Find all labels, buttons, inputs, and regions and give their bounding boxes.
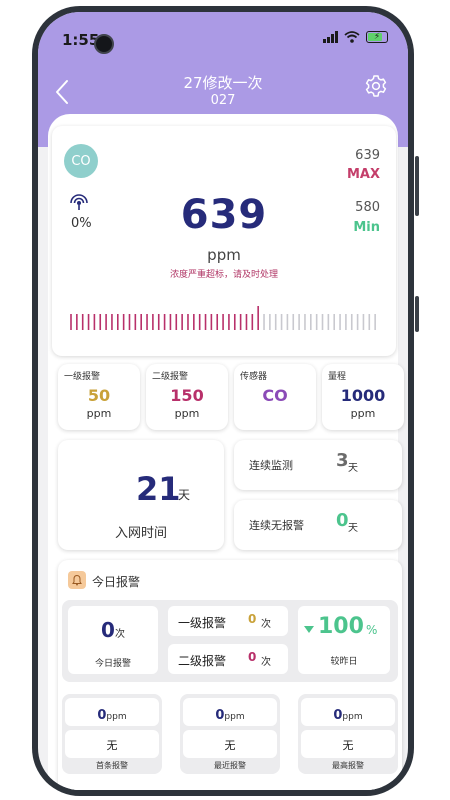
min-value: 580 xyxy=(355,200,380,215)
down-triangle-icon xyxy=(304,626,314,633)
record-text: 无 xyxy=(106,739,118,752)
continuous-no-alarm-card: 连续无报警 0 天 xyxy=(234,500,402,550)
front-camera xyxy=(94,34,114,54)
level2-unit: 次 xyxy=(261,657,271,668)
compare-label: 较昨日 xyxy=(330,657,358,667)
record-unit: ppm xyxy=(342,712,363,722)
highest-alarm-value-box: 0ppm xyxy=(301,698,395,726)
record-caption: 最近报警 xyxy=(214,761,246,770)
page-title: 27修改一次 xyxy=(183,74,263,92)
record-text: 无 xyxy=(224,739,236,752)
today-count-label: 今日报警 xyxy=(94,659,131,669)
monitoring-unit: 天 xyxy=(348,463,358,474)
compare-unit: % xyxy=(366,623,378,637)
max-label: MAX xyxy=(346,167,380,182)
threshold-label: 一级报警 xyxy=(64,372,101,382)
sensor-type-card: 传感器 CO xyxy=(234,364,316,430)
network-days-card: 21 天 入网时间 xyxy=(58,440,224,550)
no-alarm-label: 连续无报警 xyxy=(249,519,304,532)
range-value: 1000 xyxy=(340,386,386,405)
highest-alarm-text-box: 无 xyxy=(301,730,395,758)
level2-count: 0 xyxy=(248,650,257,664)
compare-yesterday-box: 100 % 较昨日 xyxy=(298,606,390,674)
no-alarm-value: 0 xyxy=(336,510,349,531)
today-level2-box: 二级报警 0 次 xyxy=(168,644,288,674)
status-icons: ⚡ xyxy=(323,31,388,43)
min-label: Min xyxy=(353,220,380,235)
monitoring-label: 连续监测 xyxy=(249,459,293,472)
wifi-icon xyxy=(344,31,360,43)
network-days-label: 入网时间 xyxy=(114,526,167,541)
latest-alarm-group: 0ppm 无 最近报警 xyxy=(180,694,280,774)
phone-frame: 1:55 ⚡ 27修改一次 027 CO 0% 639 ppm 浓度严重超标，请… xyxy=(32,6,419,796)
threshold-value: 150 xyxy=(170,386,204,405)
threshold-label: 二级报警 xyxy=(152,372,189,382)
current-concentration: 639 xyxy=(180,192,268,238)
record-text: 无 xyxy=(342,739,354,752)
level1-count: 0 xyxy=(248,612,257,626)
record-unit: ppm xyxy=(224,712,245,722)
range-card: 量程 1000 ppm xyxy=(322,364,404,430)
record-caption: 首条报警 xyxy=(96,761,128,770)
record-caption: 最高报警 xyxy=(332,761,364,770)
concentration-gauge xyxy=(70,306,376,330)
gear-icon[interactable] xyxy=(364,74,388,98)
first-alarm-value-box: 0ppm xyxy=(65,698,159,726)
threshold-unit: ppm xyxy=(350,407,376,420)
record-unit: ppm xyxy=(106,712,127,722)
level1-threshold-card: 一级报警 50 ppm xyxy=(58,364,140,430)
today-count-box: 0次 今日报警 xyxy=(68,606,158,674)
today-level1-box: 一级报警 0 次 xyxy=(168,606,288,636)
today-summary: 0次 今日报警 一级报警 0 次 二级报警 0 次 100 % 较昨日 xyxy=(62,600,398,682)
today-count-unit: 次 xyxy=(114,629,125,640)
level1-label: 一级报警 xyxy=(178,616,227,630)
level2-label: 二级报警 xyxy=(178,654,227,668)
monitoring-value: 3 xyxy=(336,450,349,471)
today-count-value: 0 xyxy=(101,618,115,642)
network-days-value: 21 xyxy=(136,470,181,508)
latest-alarm-value-box: 0ppm xyxy=(183,698,277,726)
concentration-unit: ppm xyxy=(207,246,241,264)
highest-alarm-group: 0ppm 无 最高报警 xyxy=(298,694,398,774)
warning-message: 浓度严重超标，请及时处理 xyxy=(169,270,278,280)
cell-signal-icon xyxy=(323,31,338,43)
alarm-bell-icon xyxy=(68,571,86,589)
current-reading-card: CO 0% 639 ppm 浓度严重超标，请及时处理 639 MAX 580 M… xyxy=(52,126,396,356)
threshold-unit: ppm xyxy=(174,407,200,420)
device-number: 027 xyxy=(210,93,236,108)
max-value: 639 xyxy=(355,148,380,163)
level2-threshold-card: 二级报警 150 ppm xyxy=(146,364,228,430)
gas-type-badge: CO xyxy=(64,144,98,178)
latest-alarm-text-box: 无 xyxy=(183,730,277,758)
app-screen: 1:55 ⚡ 27修改一次 027 CO 0% 639 ppm 浓度严重超标，请… xyxy=(38,12,408,790)
compare-value: 100 xyxy=(318,614,364,639)
today-alarm-card: 今日报警 0次 今日报警 一级报警 0 次 二级报警 0 次 100 % 较昨日 xyxy=(58,560,402,790)
today-alarm-title: 今日报警 xyxy=(92,575,141,589)
first-alarm-group: 0ppm 无 首条报警 xyxy=(62,694,162,774)
first-alarm-text-box: 无 xyxy=(65,730,159,758)
threshold-value: 50 xyxy=(87,386,111,405)
threshold-label: 传感器 xyxy=(240,372,268,382)
no-alarm-unit: 天 xyxy=(348,523,358,534)
network-days-unit: 天 xyxy=(178,488,191,502)
sensor-type-value: CO xyxy=(262,386,288,405)
level1-unit: 次 xyxy=(261,619,271,630)
threshold-label: 量程 xyxy=(328,372,347,382)
threshold-unit: ppm xyxy=(86,407,112,420)
continuous-monitoring-card: 连续监测 3 天 xyxy=(234,440,402,490)
status-bar: 1:55 ⚡ xyxy=(38,12,408,54)
battery-icon: ⚡ xyxy=(366,31,388,43)
